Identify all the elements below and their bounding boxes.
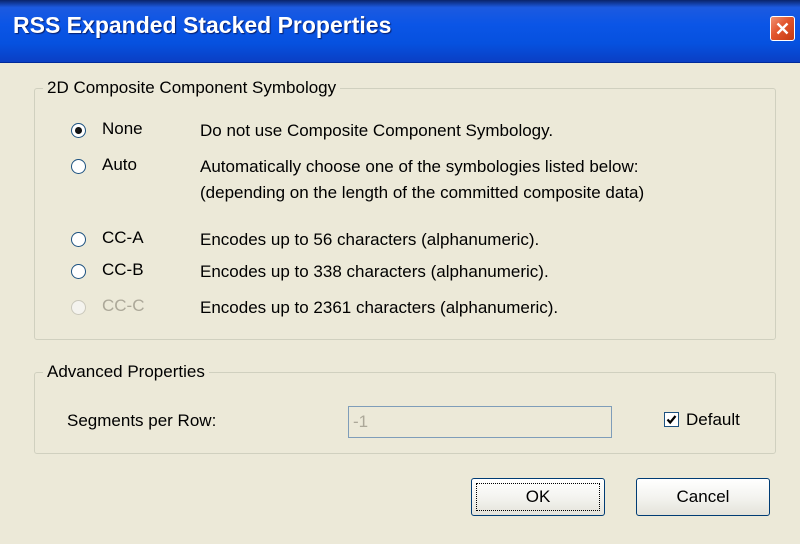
auto-description: Automatically choose one of the symbolog… [200, 157, 639, 176]
radio-auto-label[interactable]: Auto [102, 155, 137, 175]
auto-description-detail: (depending on the length of the committe… [200, 183, 645, 202]
composite-group-legend: 2D Composite Component Symbology [47, 78, 337, 97]
cc-b-description: Encodes up to 338 characters (alphanumer… [200, 262, 549, 281]
radio-cc-c [71, 300, 86, 315]
radio-cc-b-label[interactable]: CC-B [102, 260, 144, 280]
radio-cc-a[interactable] [71, 232, 86, 247]
radio-none[interactable] [71, 123, 86, 138]
cc-c-description: Encodes up to 2361 characters (alphanume… [200, 298, 559, 317]
window-title: RSS Expanded Stacked Properties [13, 12, 392, 38]
checkmark-icon [666, 415, 677, 425]
advanced-group-legend: Advanced Properties [47, 362, 205, 381]
radio-none-label[interactable]: None [102, 119, 143, 139]
radio-cc-b[interactable] [71, 264, 86, 279]
ok-button[interactable]: OK [471, 478, 605, 516]
close-icon [776, 22, 789, 35]
default-checkbox-label[interactable]: Default [686, 410, 740, 430]
radio-cc-a-label[interactable]: CC-A [102, 228, 144, 248]
cc-a-description: Encodes up to 56 characters (alphanumeri… [200, 230, 540, 249]
close-button[interactable] [770, 16, 795, 41]
title-bar: RSS Expanded Stacked Properties [0, 0, 800, 63]
default-checkbox[interactable] [664, 412, 679, 427]
none-description: Do not use Composite Component Symbology… [200, 121, 554, 140]
focus-ring [476, 483, 600, 511]
segments-per-row-label: Segments per Row: [67, 411, 217, 430]
radio-auto[interactable] [71, 159, 86, 174]
radio-cc-c-label: CC-C [102, 296, 145, 315]
cancel-button-label: Cancel [676, 487, 730, 506]
segments-per-row-input: -1 [348, 406, 612, 438]
cancel-button[interactable]: Cancel [636, 478, 770, 516]
